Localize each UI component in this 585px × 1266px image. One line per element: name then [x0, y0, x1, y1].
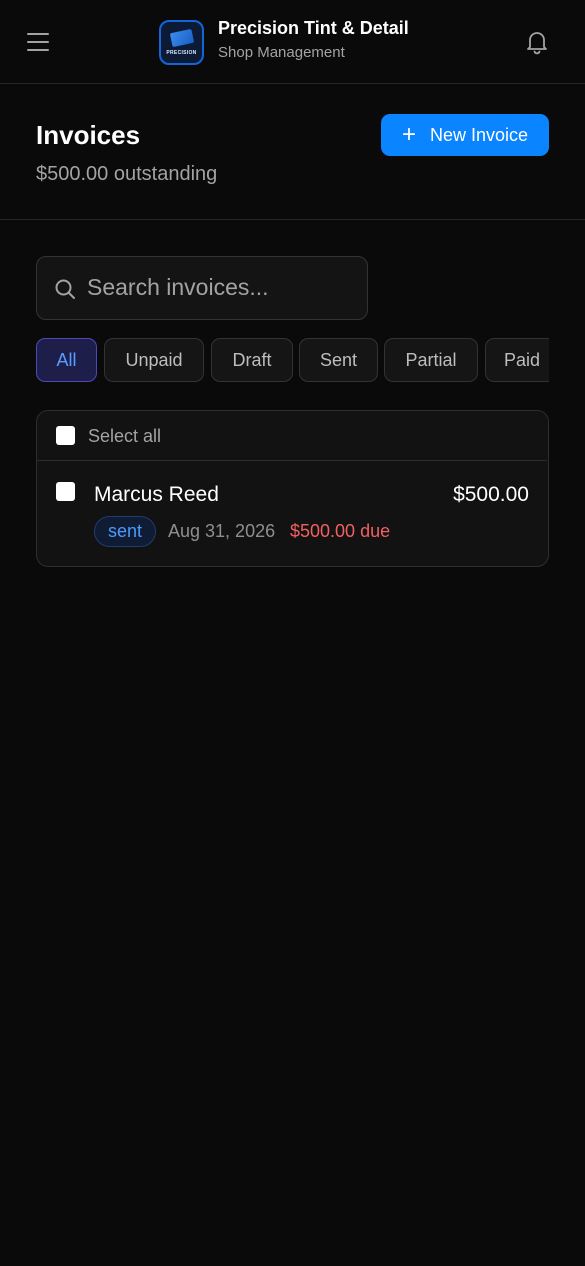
invoice-list: Select all Marcus Reed $500.00 sent Aug …: [36, 410, 549, 567]
hamburger-menu-icon[interactable]: [25, 28, 53, 56]
brand-title: Precision Tint & Detail: [218, 18, 409, 38]
filter-chip-draft[interactable]: Draft: [211, 338, 293, 382]
search-icon: [55, 279, 75, 299]
select-all-label: Select all: [88, 426, 162, 446]
brand-subtitle: Shop Management: [218, 44, 345, 61]
invoice-checkbox[interactable]: [56, 482, 75, 501]
brand-logo: PRECISION: [159, 20, 204, 65]
status-badge: sent: [94, 516, 157, 547]
customer-name: Marcus Reed: [94, 483, 219, 506]
plus-icon: +: [401, 121, 416, 148]
card-icon: [169, 28, 195, 48]
invoices-header: Invoices $500.00 outstanding + New Invoi…: [0, 84, 585, 220]
page-title: Invoices: [36, 120, 141, 150]
invoice-amount: $500.00: [453, 483, 529, 506]
app-header: PRECISION Precision Tint & Detail Shop M…: [0, 0, 585, 84]
new-invoice-button[interactable]: + New Invoice: [381, 114, 549, 156]
invoice-date: Aug 31, 2026: [168, 521, 276, 541]
filter-chip-paid[interactable]: Paid: [485, 338, 549, 382]
invoice-row[interactable]: Marcus Reed $500.00 sent Aug 31, 2026 $5…: [37, 461, 547, 566]
status-filter-bar: All Unpaid Draft Sent Partial Paid: [36, 338, 549, 383]
logo-text: PRECISION: [166, 50, 197, 56]
new-invoice-label: New Invoice: [429, 124, 529, 145]
outstanding-total: $500.00 outstanding: [36, 163, 218, 185]
select-all-row: Select all: [37, 411, 547, 461]
select-all-checkbox[interactable]: [56, 426, 75, 445]
filter-chip-sent[interactable]: Sent: [299, 338, 378, 382]
filter-chip-partial[interactable]: Partial: [384, 338, 478, 382]
bell-icon[interactable]: [524, 28, 550, 56]
filter-chip-all[interactable]: All: [36, 338, 97, 382]
amount-due: $500.00 due: [290, 521, 391, 541]
search-box: [36, 256, 368, 320]
filter-chip-unpaid[interactable]: Unpaid: [104, 338, 204, 382]
search-input[interactable]: [87, 257, 357, 318]
